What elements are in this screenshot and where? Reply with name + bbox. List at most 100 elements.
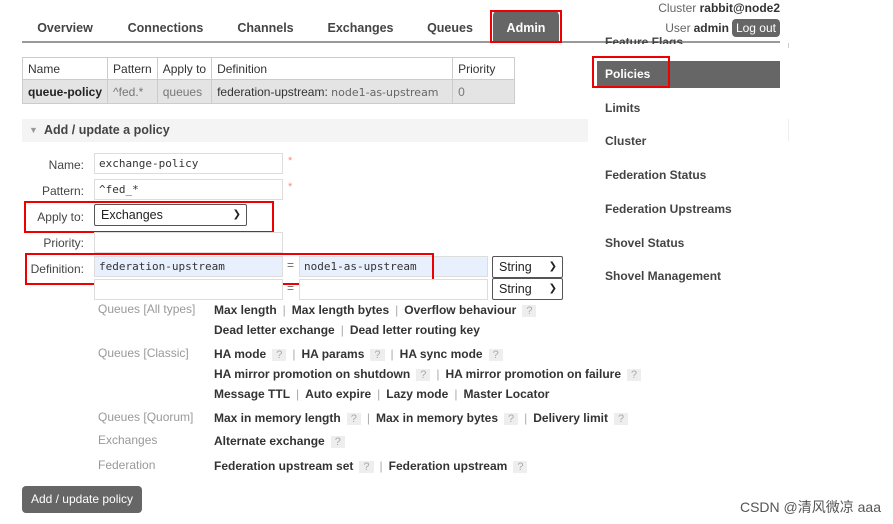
policy-apply-to: queues [156,79,213,104]
help-icon[interactable]: ? [504,413,519,425]
help-icon[interactable]: ? [627,369,642,381]
pattern-input[interactable]: ^fed_* [94,179,283,200]
shortcut-link[interactable]: HA sync mode [400,347,483,361]
shortcut-link[interactable]: HA params [301,347,364,361]
type-value: String [499,260,532,274]
definition-key-input[interactable]: federation-upstream [94,256,283,277]
shortcut-link[interactable]: Max length [214,303,277,317]
col-pattern: Pattern [107,57,158,80]
divider [788,119,789,141]
separator: | [340,323,344,337]
policy-definition: federation-upstream: node1-as-upstream [211,79,454,104]
help-icon[interactable]: ? [330,436,345,448]
definition-value: node1-as-upstream [331,85,439,99]
name-input[interactable]: exchange-policy [94,153,283,174]
sidebar-item-federation-upstreams[interactable]: Federation Upstreams [597,202,780,216]
separator: | [379,459,383,473]
separator: | [395,303,399,317]
help-icon[interactable]: ? [488,349,503,361]
tab-queues[interactable]: Queues [418,10,482,42]
shortcut-link[interactable]: Federation upstream set [214,459,353,473]
tab-channels[interactable]: Channels [228,10,303,42]
cluster-name: rabbit@node2 [699,1,780,15]
shortcut-link[interactable]: Lazy mode [386,387,448,401]
definition-value-input-2[interactable] [299,279,488,300]
help-icon[interactable]: ? [613,413,629,425]
type-value: String [499,282,532,296]
shortcut-link[interactable]: Master Locator [463,387,549,401]
separator: | [296,387,300,401]
shortcut-line: Max length | Max length bytes | Overflow beh… [214,303,537,317]
sidebar-item-feature-flags[interactable]: Feature Flags [605,32,780,44]
help-icon[interactable]: ? [370,349,385,361]
shortcut-line: Max in memory length? | Max in memory byte… [214,411,629,425]
col-apply-to: Apply to [156,57,213,80]
apply-to-value: Exchanges [101,208,163,222]
shortcut-link[interactable]: Auto expire [305,387,371,401]
tab-connections[interactable]: Connections [118,10,213,42]
shortcut-link[interactable]: Max in memory length [214,411,341,425]
required-marker: * [288,181,293,193]
shortcut-link[interactable]: Max in memory bytes [376,411,498,425]
definition-label: Definition: [30,262,84,276]
tab-admin[interactable]: Admin [493,10,559,42]
shortcut-link[interactable]: HA mirror promotion on shutdown [214,367,410,381]
help-icon[interactable]: ? [359,461,374,473]
shortcut-group-label: Queues [Classic] [98,346,189,360]
shortcut-group-label: Federation [98,458,156,472]
help-icon[interactable]: ? [416,369,431,381]
shortcut-link[interactable]: HA mode [214,347,266,361]
help-icon[interactable]: ? [346,413,361,425]
shortcut-link[interactable]: Federation upstream [389,459,508,473]
chevron-down-icon: ❯ [548,283,557,294]
add-policy-section-header[interactable]: ▼ Add / update a policy [22,119,588,142]
separator: | [292,347,296,361]
equals-sign: = [287,258,295,272]
shortcut-line: Federation upstream set? | Federation upst… [214,459,528,473]
cluster-info: Cluster rabbit@node2 [658,1,780,15]
help-icon[interactable]: ? [522,305,537,317]
policy-priority: 0 [452,79,516,104]
sidebar-item-cluster[interactable]: Cluster [597,134,780,148]
policy-name[interactable]: queue-policy [21,79,109,104]
shortcut-link[interactable]: Delivery limit [533,411,608,425]
table-row[interactable]: queue-policy ^fed.* queues federation-up… [21,79,516,104]
sidebar-item-shovel-management[interactable]: Shovel Management [597,269,780,283]
definition-key-input-2[interactable] [94,279,283,300]
shortcut-link[interactable]: Overflow behaviour [404,303,516,317]
col-priority: Priority [452,57,516,80]
equals-sign: = [287,281,295,295]
sidebar-item-shovel-status[interactable]: Shovel Status [597,236,780,250]
apply-to-label: Apply to: [37,210,84,224]
shortcut-link[interactable]: Max length bytes [292,303,389,317]
sidebar-item-limits[interactable]: Limits [597,101,780,115]
shortcut-group-label: Queues [All types] [98,302,196,316]
shortcut-link[interactable]: HA mirror promotion on failure [445,367,621,381]
definition-value-input[interactable]: node1-as-upstream [299,256,488,277]
separator: | [390,347,394,361]
help-icon[interactable]: ? [513,461,528,473]
tab-overview[interactable]: Overview [22,10,108,42]
apply-to-select[interactable]: Exchanges ❯ [94,204,247,226]
help-icon[interactable]: ? [272,349,287,361]
add-update-policy-button[interactable]: Add / update policy [22,486,142,513]
shortcut-link[interactable]: Dead letter exchange [214,323,335,337]
separator: | [436,367,440,381]
sidebar-item-policies[interactable]: Policies [597,61,780,88]
separator: | [377,387,381,401]
col-name: Name [21,57,109,80]
tab-exchanges[interactable]: Exchanges [318,10,403,42]
collapse-triangle-icon: ▼ [29,125,38,135]
shortcut-group-label: Queues [Quorum] [98,410,194,424]
chevron-down-icon: ❯ [232,209,241,220]
shortcut-link[interactable]: Dead letter routing key [350,323,480,337]
separator: | [454,387,458,401]
priority-input[interactable] [94,232,283,253]
shortcut-link[interactable]: Message TTL [214,387,290,401]
sidebar-item-federation-status[interactable]: Federation Status [597,168,780,182]
definition-type-select-2[interactable]: String ❯ [492,278,563,300]
shortcut-group-label: Exchanges [98,433,158,447]
definition-type-select[interactable]: String ❯ [492,256,563,278]
separator: | [366,411,370,425]
shortcut-link[interactable]: Alternate exchange [214,434,325,448]
